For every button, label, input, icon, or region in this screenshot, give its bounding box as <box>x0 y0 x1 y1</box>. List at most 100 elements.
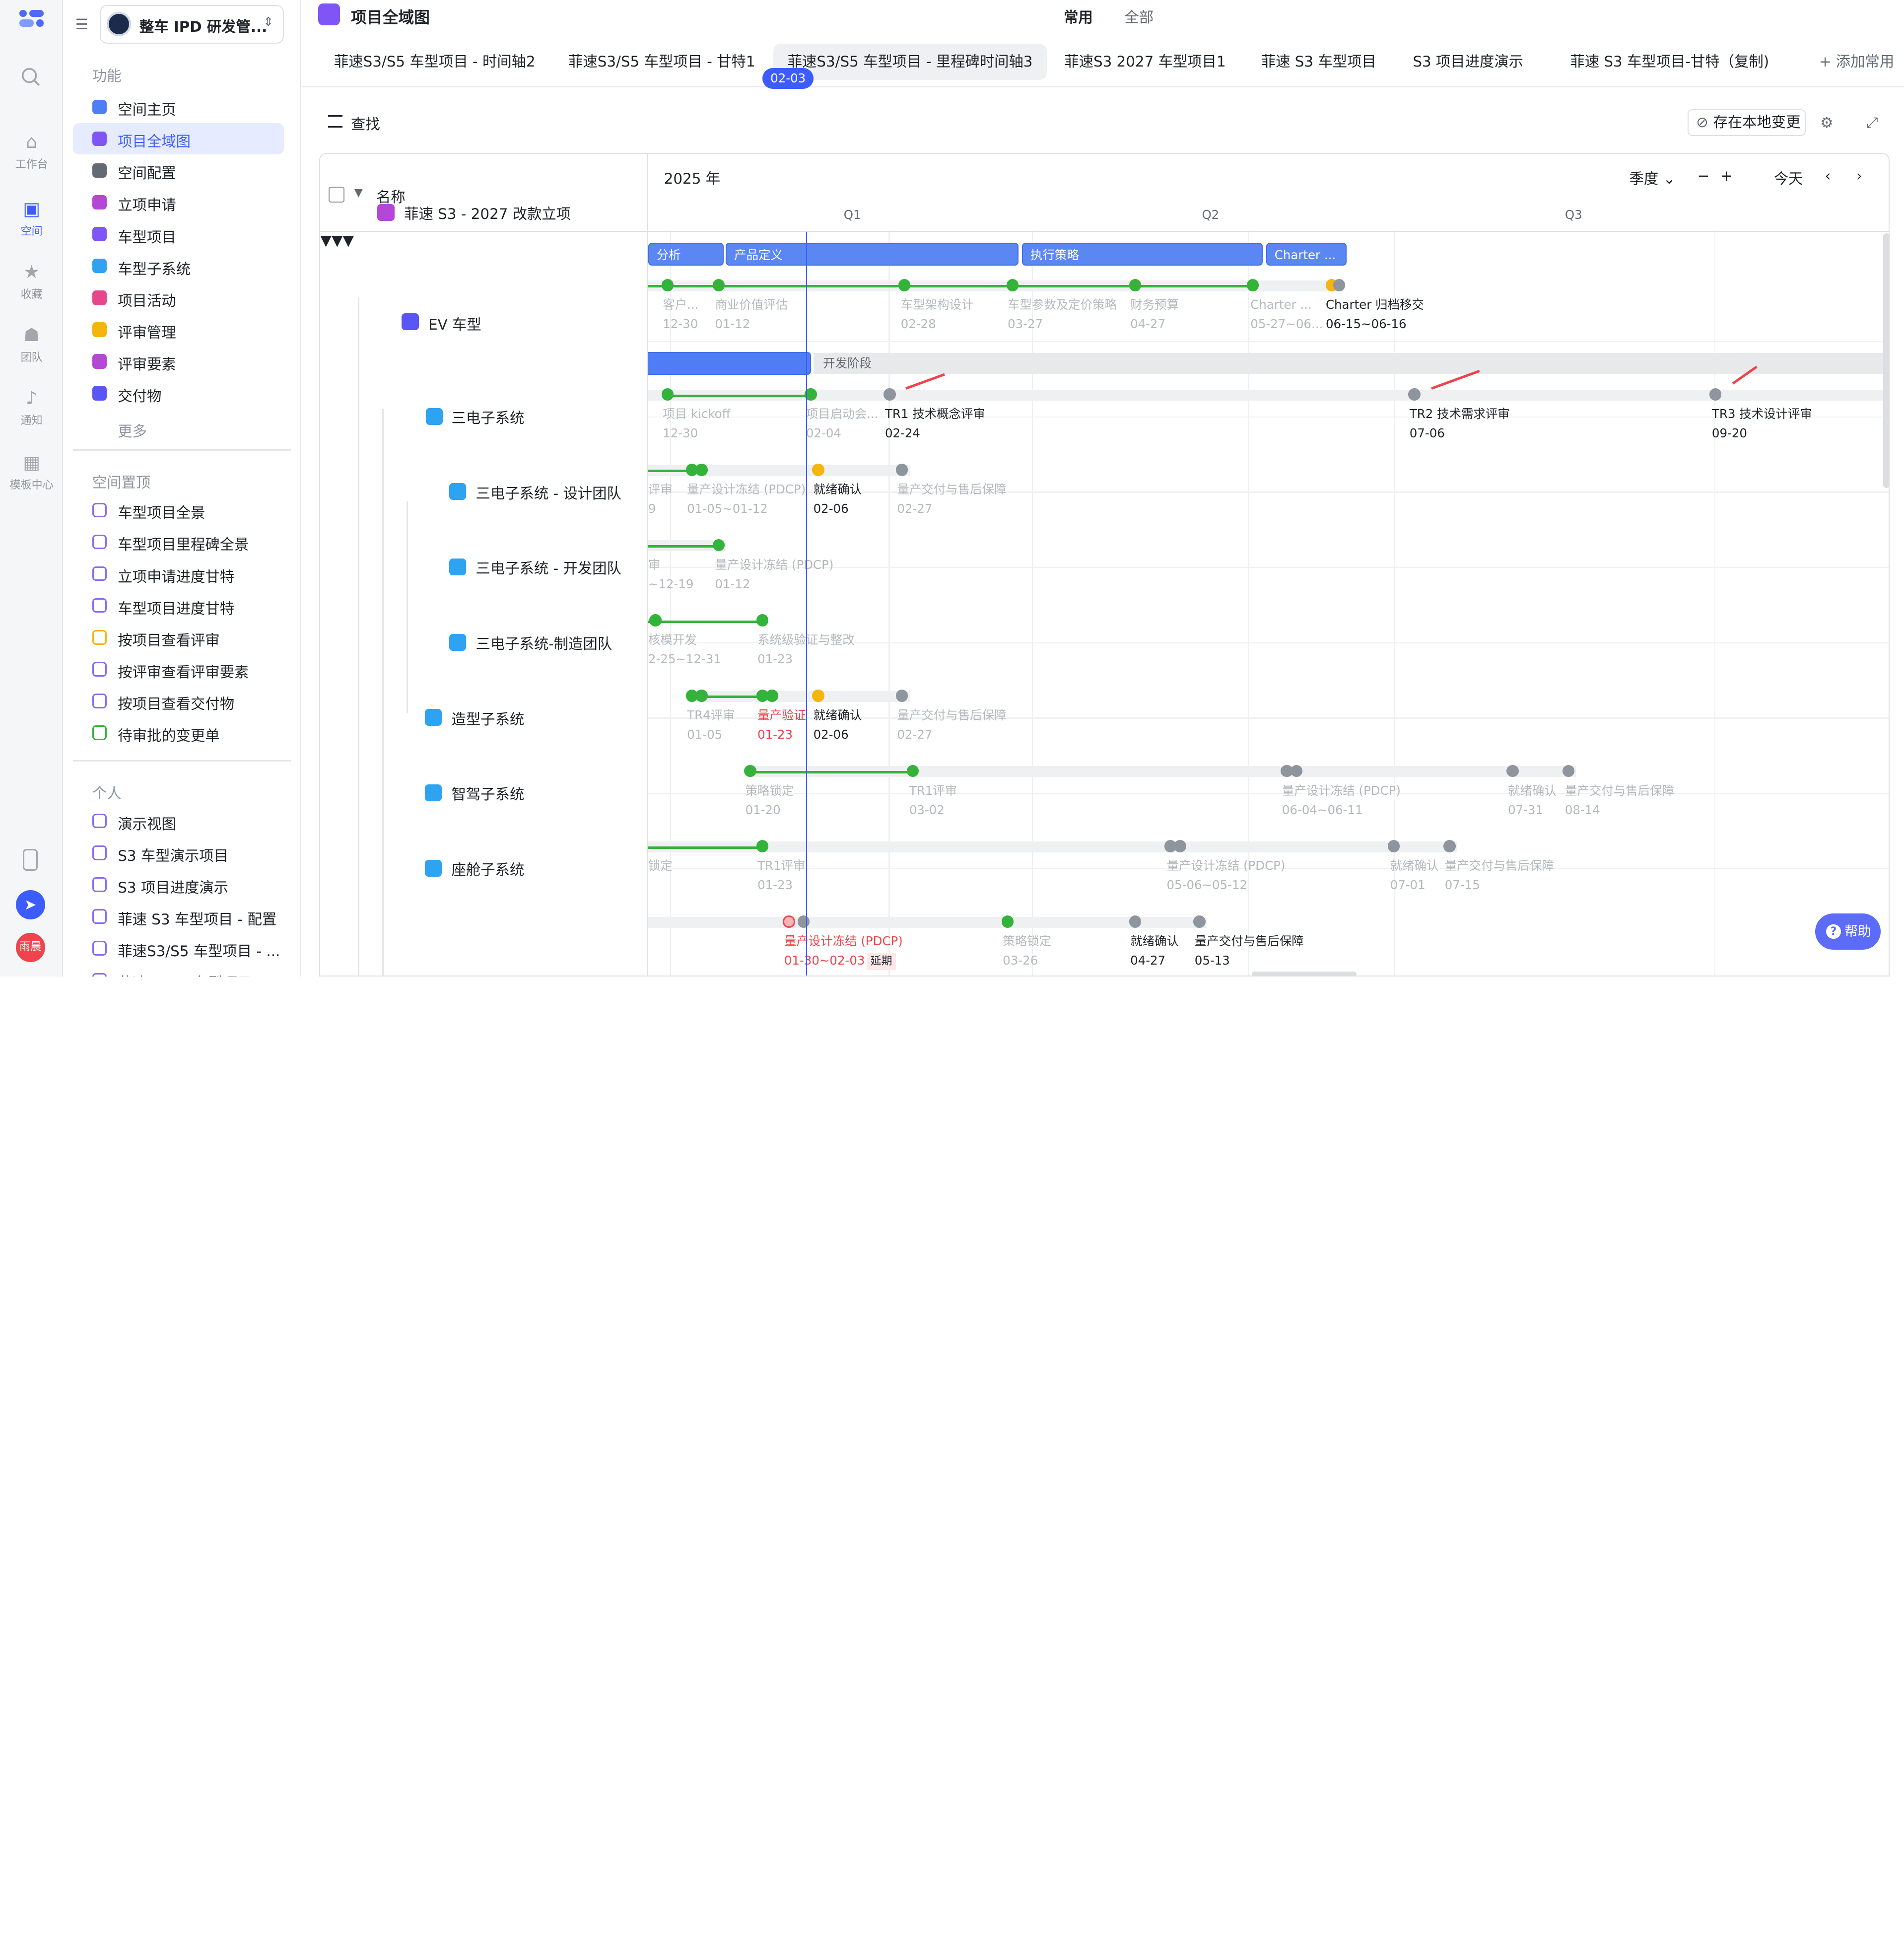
settings-sliders-icon[interactable]: ⚙ <box>1820 114 1833 131</box>
milestone-flag-icon[interactable] <box>812 690 824 702</box>
expand-toggle-icon[interactable]: ▼ <box>332 232 343 249</box>
tab-gantt1[interactable]: 菲速S3/S5 车型项目 - 甘特1 <box>557 44 766 80</box>
milestone-flag-icon[interactable] <box>756 840 769 852</box>
sidebar-item[interactable]: S3 项目进度演示 <box>73 869 284 901</box>
milestone-flag-icon[interactable] <box>1006 279 1019 291</box>
sidebar-item[interactable]: 立项申请进度甘特 <box>73 558 284 590</box>
sidebar-more[interactable]: 更多 <box>73 413 284 445</box>
rail-space[interactable]: ▣ 空间 <box>0 198 63 238</box>
zoom-in-button[interactable]: + <box>1720 167 1733 184</box>
milestone-flag-icon[interactable] <box>1408 388 1421 401</box>
milestone-flag-icon[interactable] <box>797 915 810 928</box>
milestone-flag-icon[interactable] <box>756 614 769 627</box>
phase-bar[interactable]: 分析 <box>648 242 724 266</box>
zoom-out-button[interactable]: − <box>1698 167 1710 184</box>
milestone-flag-icon[interactable] <box>766 690 778 702</box>
help-button[interactable]: ? 帮助 <box>1815 913 1881 950</box>
rocket-icon[interactable]: ➤ <box>15 890 45 919</box>
prev-icon[interactable]: ‹ <box>1825 167 1831 184</box>
sidebar-item[interactable]: 项目活动 <box>73 282 284 314</box>
sidebar-item[interactable]: 立项申请 <box>73 187 284 218</box>
search-icon[interactable] <box>21 67 40 86</box>
milestone-flag-icon[interactable] <box>661 388 674 401</box>
mobile-icon[interactable] <box>23 849 38 871</box>
milestone-flag-icon[interactable] <box>1506 765 1519 777</box>
expand-toggle-icon[interactable]: ▼ <box>343 232 354 249</box>
expand-toggle-icon[interactable]: ▼ <box>320 232 332 249</box>
record-name[interactable]: 座舱子系统 <box>452 858 525 879</box>
sidebar-item[interactable]: S3 车型演示项目 <box>73 837 284 869</box>
find-button[interactable]: 查找 <box>351 113 380 134</box>
sidebar-item[interactable]: 菲速S3/S5 车型项目 - ... <box>73 932 284 964</box>
record-name[interactable]: 菲速 S3 - 2027 改款立项 <box>404 203 571 223</box>
filter-all[interactable]: 全部 <box>1124 6 1154 27</box>
scale-select[interactable]: 季度 ⌄ <box>1630 167 1676 188</box>
add-favorite-tab[interactable]: + 添加常用 <box>1811 44 1903 80</box>
sidebar-item[interactable]: 项目全域图 <box>72 123 284 155</box>
sidebar-item[interactable]: 评审管理 <box>73 314 284 346</box>
milestone-flag-icon[interactable] <box>898 279 911 291</box>
vertical-scrollbar[interactable] <box>1883 233 1890 488</box>
rail-team[interactable]: ☗ 团队 <box>0 324 63 364</box>
milestone-flag-icon[interactable] <box>1129 915 1142 928</box>
user-avatar[interactable]: 雨晨 <box>15 932 45 962</box>
milestone-flag-icon[interactable] <box>1387 840 1400 852</box>
sidebar-item[interactable]: 演示视图 <box>73 805 284 837</box>
sidebar-item[interactable]: 待审批的变更单 <box>73 717 284 749</box>
sidebar-item[interactable]: 车型项目全景 <box>73 494 284 526</box>
caret-down-icon[interactable]: ▼ <box>354 187 363 199</box>
milestone-flag-icon[interactable] <box>812 464 824 476</box>
sidebar-item[interactable]: 按评审查看评审要素 <box>73 653 284 685</box>
expand-icon[interactable]: ⤢ <box>1866 114 1878 132</box>
save-local-changes-button[interactable]: ⊘ 存在本地变更 <box>1688 109 1806 136</box>
rail-notifications[interactable]: ♪ 通知 <box>0 387 63 427</box>
collapse-sidebar-icon[interactable]: ☰ <box>75 16 92 33</box>
milestone-flag-icon[interactable] <box>1129 279 1142 291</box>
record-name[interactable]: 三电子系统 - 开发团队 <box>476 557 621 578</box>
sidebar-item[interactable]: 按项目查看交付物 <box>73 685 284 717</box>
select-all-checkbox[interactable] <box>329 187 345 203</box>
sidebar-item[interactable]: 车型项目里程碑全景 <box>73 526 284 558</box>
milestone-flag-icon[interactable] <box>695 690 708 702</box>
milestone-flag-icon[interactable] <box>1193 915 1206 928</box>
tab-milestone-timeline3[interactable]: 菲速S3/S5 车型项目 - 里程碑时间轴3 <box>773 44 1047 80</box>
sidebar-item[interactable]: 空间主页 <box>73 91 284 123</box>
record-name[interactable]: 三电子系统-制造团队 <box>476 632 612 653</box>
rail-workbench[interactable]: ⌂ 工作台 <box>0 131 63 171</box>
milestone-flag-icon[interactable] <box>783 915 795 928</box>
next-icon[interactable]: › <box>1856 167 1862 184</box>
milestone-flag-icon[interactable] <box>1333 279 1346 291</box>
today-button[interactable]: 今天 <box>1774 167 1803 188</box>
record-name[interactable]: 三电子系统 - 设计团队 <box>476 482 621 503</box>
record-name[interactable]: 造型子系统 <box>452 708 525 729</box>
rail-templates[interactable]: ▦ 模板中心 <box>0 452 63 492</box>
milestone-flag-icon[interactable] <box>649 614 662 627</box>
milestone-flag-icon[interactable] <box>1443 840 1456 852</box>
milestone-flag-icon[interactable] <box>1246 279 1259 291</box>
sidebar-item[interactable]: 交付物 <box>73 377 284 409</box>
space-switcher[interactable]: 整车 IPD 研发管... ⇕ <box>99 4 284 44</box>
sidebar-item[interactable]: 菲速 S3 车型项目 - 配置 <box>73 901 284 932</box>
tab-s3-2027[interactable]: 菲速S3 2027 车型项目1 <box>1055 44 1235 80</box>
milestone-flag-icon[interactable] <box>1001 915 1014 928</box>
tab-s3-project[interactable]: 菲速 S3 车型项目 <box>1247 44 1390 80</box>
milestone-flag-icon[interactable] <box>661 279 674 291</box>
sidebar-item[interactable]: 评审要素 <box>73 346 284 377</box>
sidebar-item[interactable]: 菲速S3/S5 车型项目 - <box>73 964 284 977</box>
milestone-flag-icon[interactable] <box>695 464 708 476</box>
milestone-flag-icon[interactable] <box>712 539 725 552</box>
milestone-flag-icon[interactable] <box>712 279 725 291</box>
horizontal-scrollbar[interactable] <box>1252 972 1357 977</box>
filter-common[interactable]: 常用 <box>1064 6 1093 27</box>
phase-bar[interactable]: 执行策略 <box>1022 242 1263 266</box>
record-name[interactable]: 智驾子系统 <box>452 783 525 804</box>
sidebar-item[interactable]: 车型子系统 <box>73 250 284 282</box>
milestone-flag-icon[interactable] <box>895 464 908 476</box>
milestone-flag-icon[interactable] <box>1174 840 1186 852</box>
tab-s3-progress[interactable]: S3 项目进度演示 <box>1400 44 1536 80</box>
phase-bar[interactable]: Charter ... <box>1266 242 1347 266</box>
tab-timeline2[interactable]: 菲速S3/S5 车型项目 - 时间轴2 <box>322 44 547 80</box>
record-name[interactable]: EV 车型 <box>428 313 481 334</box>
milestone-flag-icon[interactable] <box>744 765 756 777</box>
sidebar-item[interactable]: 按项目查看评审 <box>73 622 284 653</box>
